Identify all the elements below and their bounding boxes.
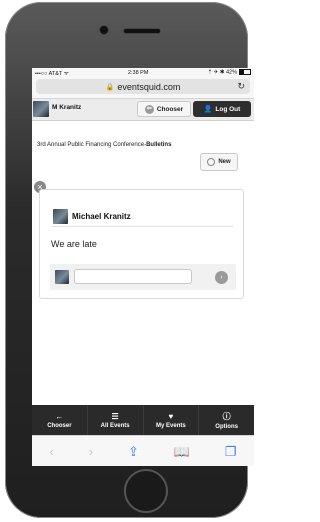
address-field[interactable]: 🔒 eventsquid.com ↻ [36, 79, 250, 94]
new-bulletin-button[interactable]: New [200, 153, 238, 171]
tab-label: Chooser [47, 422, 72, 429]
tab-label: Options [215, 423, 238, 430]
earpiece-speaker [123, 28, 161, 34]
logout-button[interactable]: 👤 Log Out [193, 101, 251, 117]
breadcrumb-prefix: 3rd Annual Public Financing Conference- [37, 142, 147, 148]
send-arrow-icon[interactable]: › [215, 271, 228, 284]
author-avatar [53, 209, 68, 224]
bookmarks-icon[interactable]: 📖 [174, 444, 190, 460]
home-button[interactable] [124, 469, 168, 513]
tab-my-events[interactable]: ♥ My Events [144, 405, 200, 435]
divider [52, 226, 233, 227]
phone-frame: •••○○ AT&T ᯤ 2:38 PM ⇡ ✈ ✱ 42% 🔒 eventsq… [5, 2, 254, 518]
reply-avatar [55, 270, 69, 284]
front-camera [99, 25, 109, 35]
tab-all-events[interactable]: ☰ All Events [88, 405, 144, 435]
lock-icon: 🔒 [105, 83, 115, 91]
user-avatar [33, 101, 49, 117]
user-name: M Kranitz [52, 104, 82, 111]
bulletin-message: We are late [51, 239, 97, 249]
tab-options[interactable]: ⓘ Options [199, 405, 254, 435]
bulletin-author: Michael Kranitz [72, 212, 131, 221]
breadcrumb-current: Bulletins [146, 142, 172, 148]
bottom-tab-bar: ← Chooser ☰ All Events ♥ My Events ⓘ Opt… [32, 405, 254, 435]
share-icon[interactable]: ⇪ [128, 444, 139, 460]
new-label: New [218, 159, 231, 165]
chooser-button[interactable]: ⇦ Chooser [137, 101, 191, 117]
app-top-bar: M Kranitz ⇦ Chooser 👤 Log Out [32, 99, 254, 121]
status-right: ⇡ ✈ ✱ 42% [208, 69, 251, 76]
reply-input[interactable] [74, 269, 192, 284]
arrow-left-icon: ← [55, 411, 64, 421]
heart-icon: ♥ [168, 411, 174, 421]
reload-icon[interactable]: ↻ [237, 81, 245, 92]
screen: •••○○ AT&T ᯤ 2:38 PM ⇡ ✈ ✱ 42% 🔒 eventsq… [32, 68, 254, 466]
battery-icon [239, 69, 251, 76]
chooser-icon: ⇦ [144, 104, 154, 114]
new-icon [207, 158, 216, 166]
user-icon: 👤 [203, 106, 213, 113]
browser-toolbar: ‹ › ⇪ 📖 ❐ [32, 435, 254, 466]
tab-label: My Events [156, 422, 186, 429]
url-domain: eventsquid.com [117, 81, 181, 92]
clock-label: 2:38 PM [127, 69, 149, 76]
bulletin-card: Michael Kranitz We are late › [39, 189, 244, 299]
reply-row: › [50, 264, 236, 290]
info-icon: ⓘ [222, 411, 231, 421]
back-icon[interactable]: ‹ [49, 444, 53, 459]
breadcrumb: 3rd Annual Public Financing Conference-B… [37, 142, 171, 148]
tab-label: All Events [100, 422, 130, 429]
list-icon: ☰ [111, 411, 119, 421]
forward-icon[interactable]: › [89, 444, 93, 459]
browser-url-bar: 🔒 eventsquid.com ↻ [32, 77, 254, 99]
tabs-icon[interactable]: ❐ [225, 444, 237, 460]
tab-chooser[interactable]: ← Chooser [32, 405, 88, 435]
logout-label: Log Out [215, 105, 241, 113]
chooser-label: Chooser [156, 105, 184, 113]
status-bar: •••○○ AT&T ᯤ 2:38 PM ⇡ ✈ ✱ 42% [32, 68, 254, 77]
carrier-label: •••○○ AT&T ᯤ [35, 70, 69, 77]
